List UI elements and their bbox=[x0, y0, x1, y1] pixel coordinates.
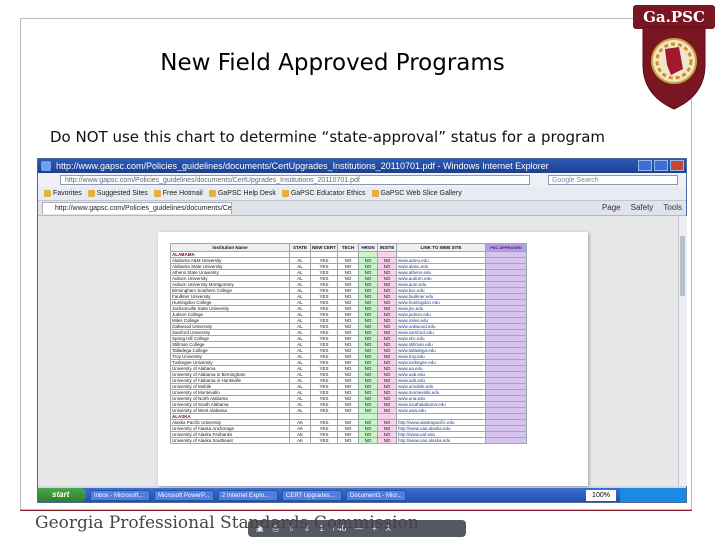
taskbar-item[interactable]: Microsoft PowerP... bbox=[154, 489, 214, 501]
table-cell: YES bbox=[310, 437, 338, 444]
start-button[interactable]: start bbox=[38, 488, 86, 502]
fav-label: GaPSC Web Slice Gallery bbox=[380, 190, 462, 197]
system-tray bbox=[620, 488, 686, 502]
table-cell bbox=[485, 437, 527, 444]
page-menu[interactable]: Page bbox=[602, 203, 621, 212]
table-cell: AK bbox=[289, 437, 311, 444]
minimize-icon[interactable] bbox=[638, 160, 652, 171]
table-header-row: Institution Name STATE NEW CERT TECH HRG… bbox=[170, 243, 527, 252]
address-bar: http://www.gapsc.com/Policies_guidelines… bbox=[38, 173, 686, 188]
slide-subtitle: Do NOT use this chart to determine “stat… bbox=[50, 128, 605, 146]
internet-explorer-icon bbox=[41, 161, 51, 171]
search-input[interactable]: Google Search bbox=[548, 175, 678, 185]
table-cell[interactable]: http://www.uas.alaska.edu bbox=[396, 437, 486, 444]
page-icon bbox=[371, 190, 379, 197]
page-icon bbox=[281, 190, 289, 197]
header-cell: PSC APPROVED bbox=[485, 243, 527, 252]
window-titlebar: http://www.gapsc.com/Policies_guidelines… bbox=[38, 159, 686, 173]
header-cell: STATE bbox=[289, 243, 311, 252]
browser-window-screenshot: http://www.gapsc.com/Policies_guidelines… bbox=[37, 158, 687, 537]
fav-label: Free Hotmail bbox=[162, 190, 203, 197]
programs-table: Institution Name STATE NEW CERT TECH HRG… bbox=[170, 243, 527, 444]
header-cell: NEW CERT bbox=[310, 243, 338, 252]
fav-label: Favorites bbox=[53, 190, 82, 197]
table-cell: NO bbox=[377, 437, 397, 444]
scroll-thumb[interactable] bbox=[680, 236, 685, 296]
fav-item[interactable]: Suggested Sites bbox=[87, 190, 148, 197]
page-icon bbox=[87, 190, 95, 197]
footer-divider bbox=[20, 510, 692, 511]
table-cell: NO bbox=[358, 437, 378, 444]
taskbar-item[interactable]: Inbox - Microsoft... bbox=[90, 489, 150, 501]
maximize-icon[interactable] bbox=[654, 160, 668, 171]
fav-item[interactable]: Favorites bbox=[44, 190, 82, 197]
header-cell: TECH bbox=[337, 243, 359, 252]
safety-menu[interactable]: Safety bbox=[631, 203, 654, 212]
tab-bar: http://www.gapsc.com/Policies_guidelines… bbox=[38, 201, 686, 216]
close-icon[interactable] bbox=[670, 160, 684, 171]
address-input[interactable]: http://www.gapsc.com/Policies_guidelines… bbox=[60, 175, 530, 185]
fav-label: GaPSC Help Desk bbox=[217, 190, 276, 197]
taskbar-item[interactable]: Document1 - Micr... bbox=[346, 489, 406, 501]
fav-item[interactable]: GaPSC Help Desk bbox=[208, 190, 276, 197]
fav-item[interactable]: GaPSC Web Slice Gallery bbox=[371, 190, 462, 197]
fav-label: Suggested Sites bbox=[96, 190, 148, 197]
browser-tab[interactable]: http://www.gapsc.com/Policies_guidelines… bbox=[42, 202, 232, 214]
fav-item[interactable]: Free Hotmail bbox=[153, 190, 203, 197]
pdf-page: Institution Name STATE NEW CERT TECH HRG… bbox=[158, 232, 588, 486]
fav-item[interactable]: GaPSC Educator Ethics bbox=[281, 190, 366, 197]
zoom-level[interactable]: 100% bbox=[586, 489, 616, 501]
page-icon bbox=[208, 190, 216, 197]
windows-taskbar: start Inbox - Microsoft... Microsoft Pow… bbox=[38, 488, 686, 502]
taskbar-item[interactable]: 2 Internet Explo... bbox=[218, 489, 278, 501]
vertical-scrollbar[interactable] bbox=[678, 216, 687, 486]
fav-label: GaPSC Educator Ethics bbox=[290, 190, 366, 197]
favorites-bar: Favorites Suggested Sites Free Hotmail G… bbox=[38, 187, 686, 201]
pdf-viewer: Institution Name STATE NEW CERT TECH HRG… bbox=[38, 216, 678, 537]
window-title: http://www.gapsc.com/Policies_guidelines… bbox=[56, 161, 549, 171]
taskbar-item[interactable]: CERT Upgrades... bbox=[282, 489, 342, 501]
footer-text: Georgia Professional Standards Commissio… bbox=[35, 513, 419, 533]
star-icon bbox=[44, 190, 51, 197]
slide-title: New Field Approved Programs bbox=[160, 50, 505, 76]
table-cell: NO bbox=[337, 437, 359, 444]
header-cell: Institution Name bbox=[170, 243, 290, 252]
command-bar: Page Safety Tools bbox=[602, 203, 682, 212]
header-cell: LINK TO WEB SITE bbox=[396, 243, 486, 252]
header-cell: INSITE bbox=[377, 243, 397, 252]
page-icon bbox=[153, 190, 161, 197]
tools-menu[interactable]: Tools bbox=[663, 203, 682, 212]
table-row: University of Alaska Southeast AK YES NO NO N… bbox=[170, 437, 527, 444]
table-body: ALABAMA Alabama A&M University AL YES NO NO NO… bbox=[170, 251, 527, 444]
table-cell: University of Alaska Southeast bbox=[170, 437, 290, 444]
header-cell: HRGN bbox=[358, 243, 378, 252]
window-controls bbox=[638, 160, 684, 171]
